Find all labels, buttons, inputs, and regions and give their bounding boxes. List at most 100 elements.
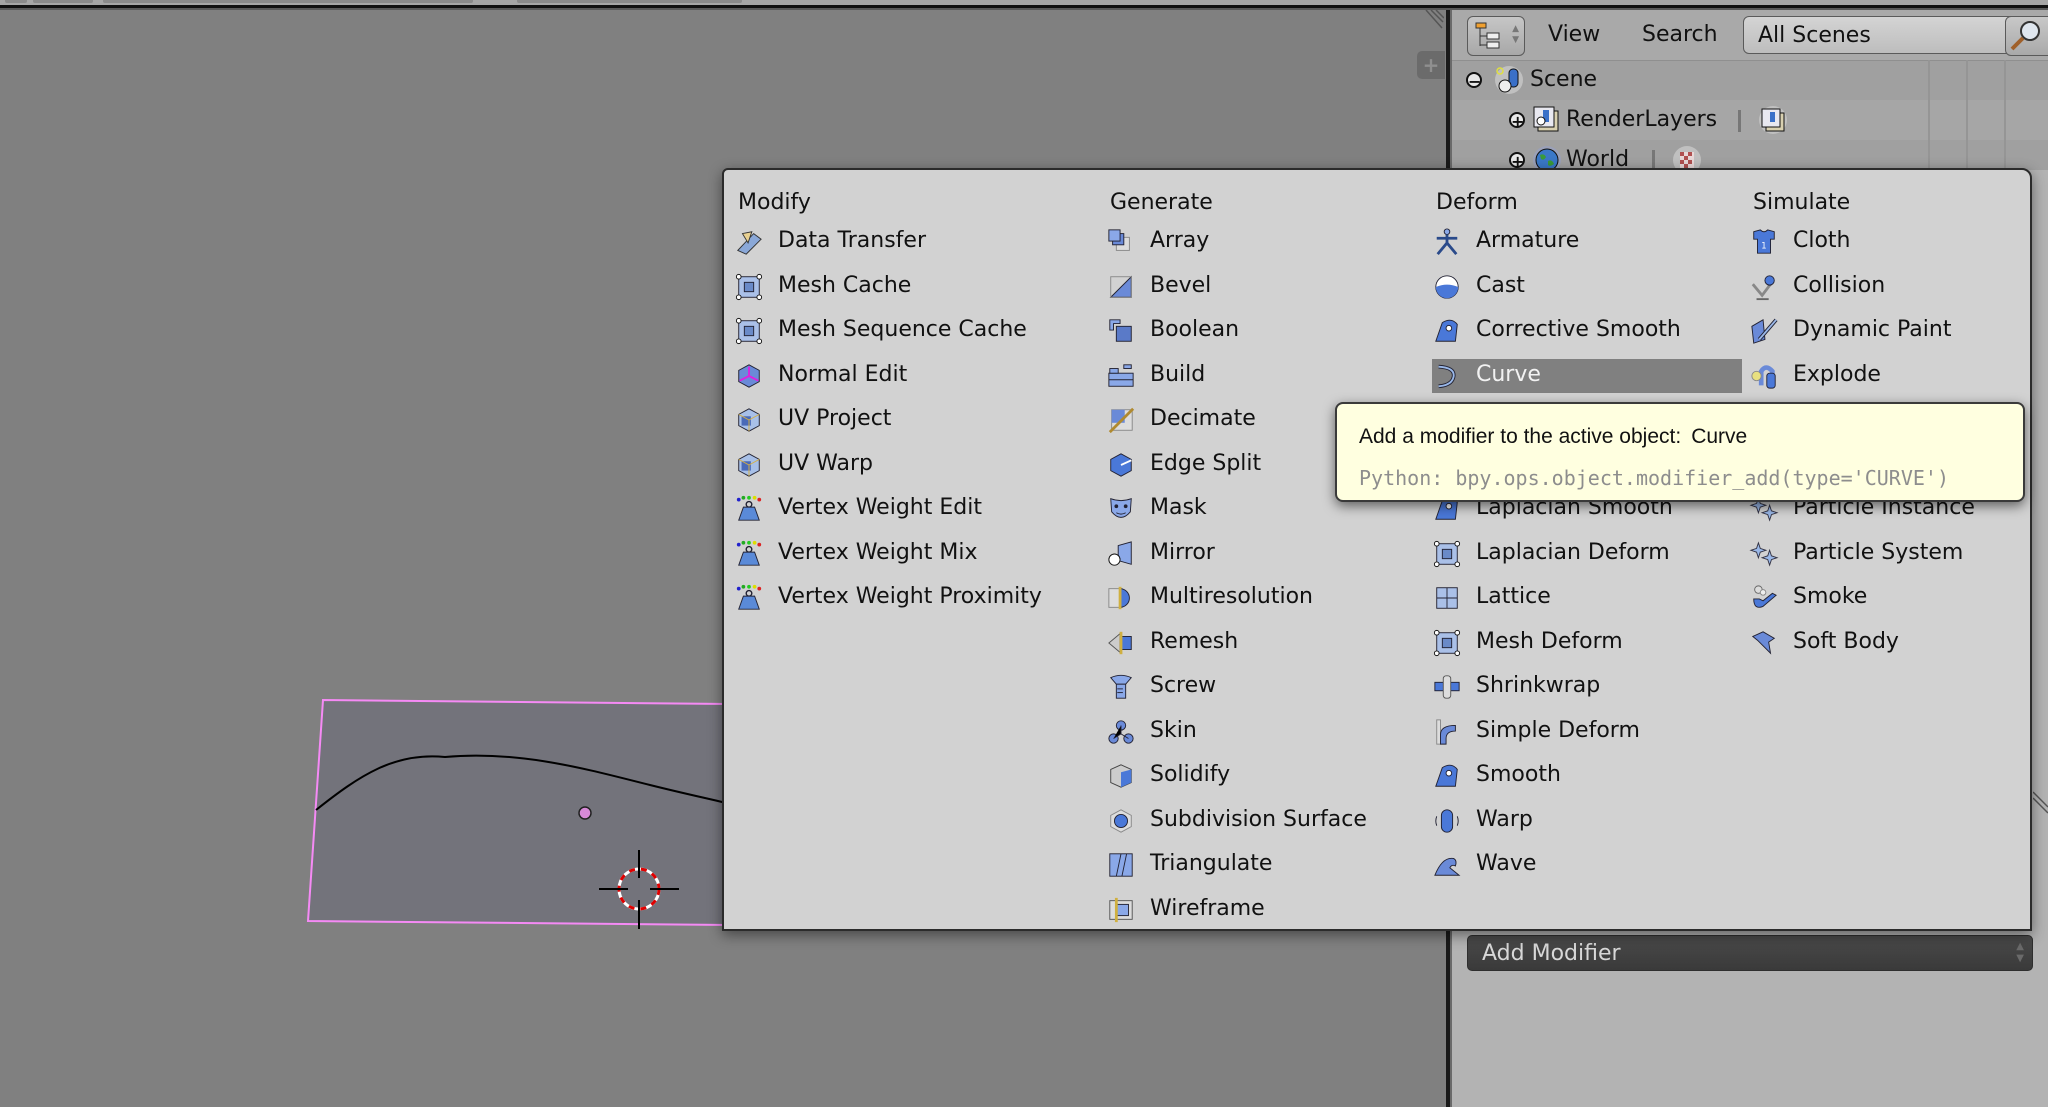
menu-item-label: Lattice	[1476, 584, 1551, 609]
mesh-deform-icon	[1433, 629, 1461, 656]
menu-item-uv-project[interactable]: UV Project	[734, 403, 1044, 437]
menu-item-smooth[interactable]: Smooth	[1432, 759, 1742, 793]
menu-item-vertex-weight-mix[interactable]: Vertex Weight Mix	[734, 537, 1044, 571]
menu-item-boolean[interactable]: Boolean	[1106, 314, 1416, 348]
boolean-icon	[1109, 319, 1132, 342]
particle-system-icon	[1749, 540, 1779, 567]
vertex-weight-icon	[736, 540, 762, 566]
menu-item-curve[interactable]: Curve	[1432, 358, 1742, 393]
menu-item-armature[interactable]: Armature	[1432, 225, 1742, 259]
outliner-row-world[interactable]: + World	[1452, 140, 2048, 170]
menu-item-bevel[interactable]: Bevel	[1106, 270, 1416, 304]
menu-item-uv-warp[interactable]: UV Warp	[734, 448, 1044, 482]
menu-item-lattice[interactable]: Lattice	[1432, 581, 1742, 615]
mask-icon	[1110, 498, 1132, 518]
menu-item-label: Collision	[1793, 272, 1886, 298]
menu-item-label: Normal Edit	[778, 361, 908, 387]
menu-item-wave[interactable]: Wave	[1432, 848, 1742, 882]
menu-item-label: Smoke	[1793, 584, 1868, 609]
render-layer-icon[interactable]	[1758, 105, 1788, 135]
cast-icon	[1435, 274, 1459, 299]
vertex-weight-icon	[736, 584, 762, 610]
menu-item-normal-edit[interactable]: Normal Edit	[734, 359, 1044, 393]
menu-item-corrective-smooth[interactable]: Corrective Smooth	[1432, 314, 1742, 348]
area-corner-handle[interactable]	[2033, 790, 2048, 820]
world-texture-icon[interactable]	[1672, 145, 1702, 170]
tooltip-value: Curve	[1691, 425, 1748, 448]
outliner-label: RenderLayers	[1566, 107, 1718, 132]
vertex-weight-icon	[736, 495, 762, 521]
smooth-icon	[1435, 764, 1458, 787]
menu-item-explode[interactable]: Explode	[1749, 359, 2048, 393]
menu-item-label: Boolean	[1150, 317, 1240, 342]
menu-item-warp[interactable]: Warp	[1432, 804, 1742, 838]
menu-item-vertex-weight-edit[interactable]: Vertex Weight Edit	[734, 492, 1044, 526]
outliner-row-scene[interactable]: − Scene	[1452, 60, 2048, 100]
menu-item-solidify[interactable]: Solidify	[1106, 759, 1416, 793]
menu-item-cast[interactable]: Cast	[1432, 270, 1742, 304]
tooltip-description: Add a modifier to the active object: Curv…	[1359, 425, 1747, 449]
menu-item-triangulate[interactable]: Triangulate	[1106, 848, 1416, 882]
menu-item-mesh-sequence-cache[interactable]: Mesh Sequence Cache	[734, 314, 1044, 348]
menu-item-label: Armature	[1476, 228, 1580, 253]
expand-icon[interactable]: +	[1509, 152, 1525, 170]
outliner-row-renderlayers[interactable]: + RenderLayers	[1452, 100, 2048, 140]
expand-icon[interactable]: +	[1509, 112, 1525, 130]
area-corner-handle[interactable]	[1424, 10, 1444, 32]
render-layers-icon	[1533, 106, 1559, 132]
solidify-icon	[1110, 764, 1132, 788]
menu-item-smoke[interactable]: Smoke	[1749, 581, 2048, 615]
menu-item-data-transfer[interactable]: Data Transfer	[734, 225, 1044, 259]
menu-item-label: Particle System	[1793, 539, 1964, 565]
menu-item-wireframe[interactable]: Wireframe	[1106, 893, 1416, 927]
display-mode-select[interactable]: All Scenes ▲▼	[1743, 16, 2048, 54]
menu-item-label: Solidify	[1150, 762, 1231, 787]
column-title: Deform	[1436, 190, 1518, 215]
menu-item-dynamic-paint[interactable]: Dynamic Paint	[1749, 314, 2048, 348]
menu-item-mirror[interactable]: Mirror	[1106, 537, 1416, 571]
column-title: Modify	[738, 190, 811, 215]
menu-item-remesh[interactable]: Remesh	[1106, 626, 1416, 660]
toolshelf-expand-icon[interactable]: +	[1417, 51, 1445, 79]
menu-item-label: UV Warp	[778, 450, 873, 476]
menu-item-screw[interactable]: Screw	[1106, 670, 1416, 704]
outliner-column-divider	[1966, 60, 1968, 170]
menu-item-skin[interactable]: Skin	[1106, 715, 1416, 749]
menu-item-cloth[interactable]: 1 Cloth	[1749, 225, 2048, 259]
menu-view[interactable]: View	[1548, 22, 1600, 47]
warp-icon	[1435, 808, 1459, 833]
menu-item-label: Array	[1150, 228, 1210, 253]
column-title: Simulate	[1753, 190, 1851, 215]
menu-item-label: Warp	[1476, 806, 1533, 832]
menu-item-mesh-cache[interactable]: Mesh Cache	[734, 270, 1044, 304]
menu-item-collision[interactable]: Collision	[1749, 270, 2048, 304]
armature-icon	[1436, 228, 1458, 256]
menu-item-simple-deform[interactable]: Simple Deform	[1432, 715, 1742, 749]
menu-item-subdivision-surface[interactable]: Subdivision Surface	[1106, 804, 1416, 838]
menu-item-label: Corrective Smooth	[1476, 317, 1681, 342]
menu-item-multiresolution[interactable]: Multiresolution	[1106, 581, 1416, 615]
menu-item-soft-body[interactable]: Soft Body	[1749, 626, 2048, 660]
menu-item-build[interactable]: Build	[1106, 359, 1416, 393]
menu-item-mesh-deform[interactable]: Mesh Deform	[1432, 626, 1742, 660]
menu-item-vertex-weight-proximity[interactable]: Vertex Weight Proximity	[734, 581, 1044, 615]
menu-item-shrinkwrap[interactable]: Shrinkwrap	[1432, 670, 1742, 704]
menu-item-particle-system[interactable]: Particle System	[1749, 537, 2048, 571]
collapse-icon[interactable]: −	[1466, 72, 1482, 90]
menu-item-array[interactable]: Array	[1106, 225, 1416, 259]
world-icon	[1533, 146, 1561, 170]
menu-item-label: Subdivision Surface	[1150, 806, 1367, 832]
menu-item-label: Build	[1150, 361, 1206, 387]
object-origin-point	[578, 806, 592, 820]
decimate-icon	[1108, 407, 1135, 434]
editor-type-button[interactable]: ▲ ▼	[1467, 16, 1525, 56]
selected-plane-object[interactable]	[306, 698, 731, 927]
scene-icon	[1495, 66, 1523, 94]
search-button[interactable]	[2005, 16, 2048, 56]
menu-item-laplacian-deform[interactable]: Laplacian Deform	[1432, 537, 1742, 571]
menu-search[interactable]: Search	[1642, 22, 1718, 47]
menu-item-label: Vertex Weight Proximity	[778, 584, 1042, 609]
add-modifier-dropdown[interactable]: Add Modifier ▲ ▼	[1467, 935, 2033, 971]
remesh-icon	[1108, 631, 1132, 654]
menu-item-label: Vertex Weight Mix	[778, 539, 978, 565]
